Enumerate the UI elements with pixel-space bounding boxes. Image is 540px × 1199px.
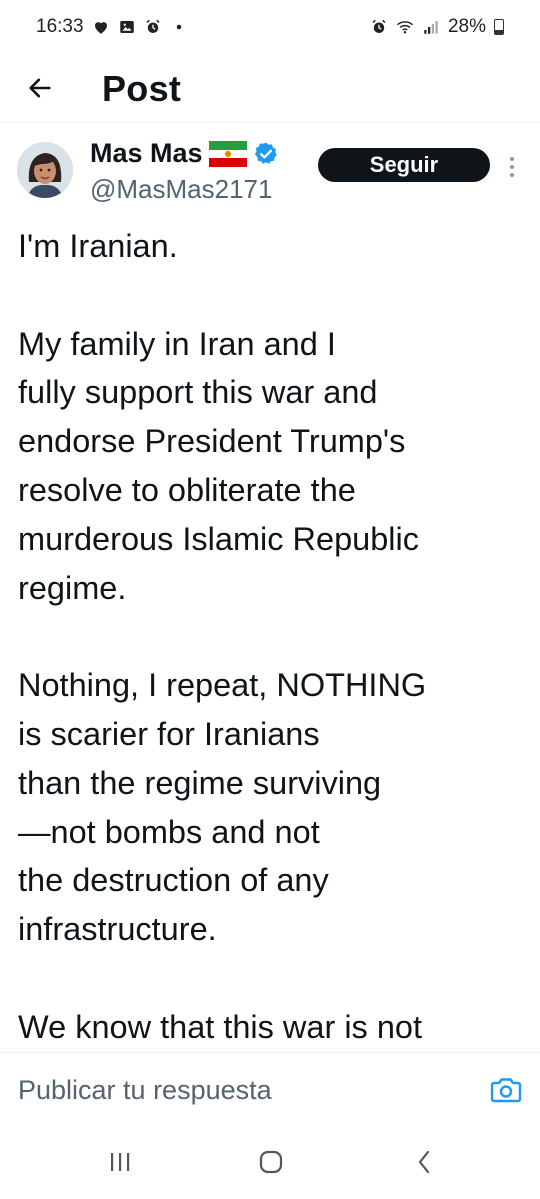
home-button[interactable] [251,1147,291,1177]
iran-flag-icon [208,140,247,167]
more-vertical-icon [510,157,514,177]
camera-button[interactable] [490,1075,522,1105]
back-icon [418,1150,430,1174]
reply-input[interactable] [18,1073,458,1107]
battery-icon [494,19,504,35]
heart-icon [92,18,110,36]
post-line: is scarier for Iranians [18,715,320,752]
post-line: resolve to obliterate the [18,471,356,508]
post-line: endorse President Trump's [18,423,406,460]
clock: 16:33 [36,16,84,37]
recent-apps-button[interactable] [100,1147,140,1177]
post-line: fully support this war and [18,374,378,411]
post-line: My family in Iran and I [18,325,336,362]
system-nav-bar [0,1125,540,1199]
post-line: —not bombs and not [18,813,320,850]
avatar[interactable] [17,142,73,198]
post-line: Nothing, I repeat, NOTHING [18,667,427,704]
post-author: Mas Mas @MasMas2171 Seguir [0,130,540,210]
post-line: murderous Islamic Republic [18,520,419,557]
signal-icon [422,18,440,36]
camera-icon [490,1078,522,1103]
post-line: I'm Iranian. [18,228,178,264]
author-handle[interactable]: @MasMas2171 [90,174,272,205]
post-line: We know that this war is not [18,1008,423,1045]
page-title: Post [102,68,182,109]
arrow-left-icon [29,78,51,98]
post-text: I'm Iranian. My family in Iran and I ful… [18,222,528,1052]
back-button[interactable] [22,70,58,106]
status-bar: 16:33 28% [0,0,540,56]
dot-icon [170,18,188,36]
recent-apps-icon [111,1153,130,1171]
post-line: than the regime surviving [18,764,382,801]
alarm-icon [144,18,162,36]
author-name[interactable]: Mas Mas [90,138,203,169]
home-icon [259,1150,283,1174]
system-back-button[interactable] [404,1147,444,1177]
more-options-button[interactable] [502,152,522,182]
follow-button[interactable]: Seguir [318,148,490,182]
post-line: regime. [18,569,127,606]
verified-badge-icon [253,141,279,167]
post-line: infrastructure. [18,911,217,948]
wifi-icon [396,18,414,36]
battery-level: 28% [447,16,486,37]
post-line: the destruction of any [18,862,329,899]
alarm-icon [370,18,388,36]
top-app-bar: Post [0,56,540,123]
reply-bar [0,1052,540,1126]
image-icon [118,18,136,36]
